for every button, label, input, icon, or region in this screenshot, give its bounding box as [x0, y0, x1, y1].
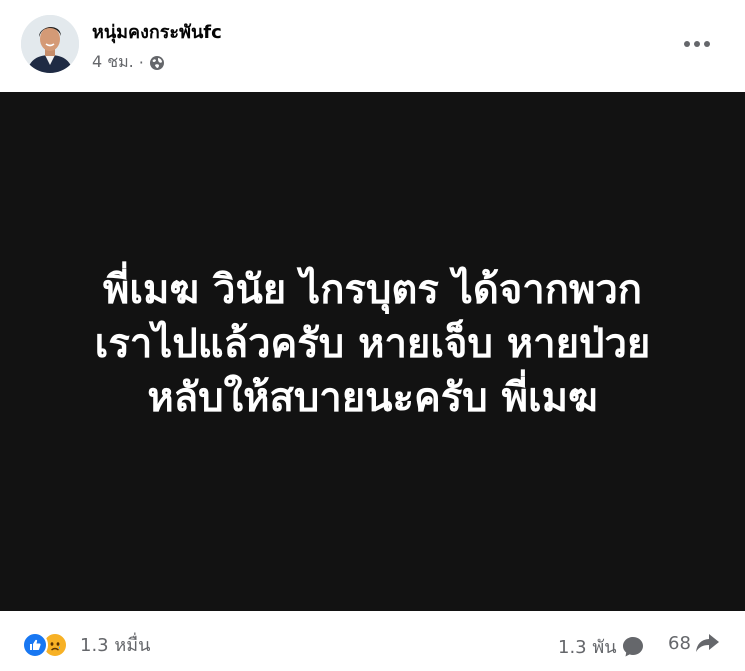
globe-icon [149, 55, 165, 71]
more-horizontal-icon [684, 41, 710, 47]
post-image-line: พี่เมฆ วินัย ไกรบุตร ได้จากพวก [102, 266, 643, 313]
post-footer: 1.3 หมื่น 1.3 พัน 68 [0, 611, 745, 671]
shares-count: 68 [668, 632, 691, 654]
more-options-button[interactable] [677, 28, 717, 60]
comments-count: 1.3 พัน [558, 637, 617, 658]
reactions-summary[interactable]: 1.3 หมื่น [22, 630, 150, 659]
post-image-line: หลับให้สบายนะครับ พี่เมฆ [147, 374, 598, 421]
comments-count-button[interactable]: 1.3 พัน [558, 632, 645, 661]
shares-count-button[interactable]: 68 [668, 632, 721, 654]
reaction-count: 1.3 หมื่น [80, 635, 151, 656]
comment-icon [622, 636, 643, 656]
post-meta: 4 ชม. · [92, 50, 165, 75]
post-image[interactable]: พี่เมฆ วินัย ไกรบุตร ได้จากพวก เราไปแล้ว… [0, 92, 745, 611]
post-image-text: พี่เมฆ วินัย ไกรบุตร ได้จากพวก เราไปแล้ว… [28, 263, 718, 425]
meta-separator: · [138, 53, 144, 72]
author-avatar[interactable] [21, 15, 79, 73]
avatar-photo [21, 15, 79, 73]
post-time[interactable]: 4 ชม. [92, 50, 134, 75]
author-name[interactable]: หนุ่มคงกระพันfc [92, 17, 222, 46]
post-image-line: เราไปแล้วครับ หายเจ็บ หายป่วย [94, 320, 651, 367]
share-icon [695, 634, 719, 652]
post-header: หนุ่มคงกระพันfc 4 ชม. · [0, 0, 745, 92]
like-icon [22, 631, 48, 658]
